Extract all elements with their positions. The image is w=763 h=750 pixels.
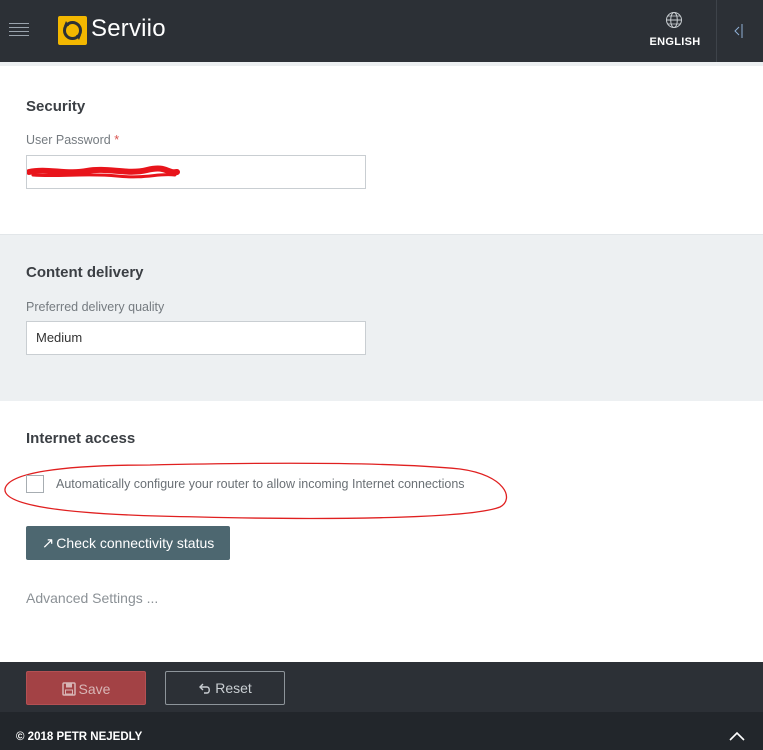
check-connectivity-button[interactable]: ↗ Check connectivity status bbox=[26, 526, 230, 560]
required-marker: * bbox=[114, 133, 120, 147]
check-connectivity-label: Check connectivity status bbox=[56, 535, 215, 551]
footer-bar: © 2018 PETR NEJEDLY bbox=[0, 712, 763, 750]
security-title: Security bbox=[26, 98, 86, 115]
external-arrow-icon: ↗ bbox=[41, 535, 55, 552]
content-delivery-title: Content delivery bbox=[26, 264, 144, 281]
top-navigation-bar: Serviio ENGLISH bbox=[0, 0, 763, 62]
floppy-disk-icon bbox=[61, 682, 76, 696]
copyright-text: © 2018 PETR NEJEDLY bbox=[16, 731, 143, 743]
collapse-panel-button[interactable] bbox=[716, 0, 763, 62]
reset-button[interactable]: Reset bbox=[165, 671, 285, 705]
save-label: Save bbox=[78, 681, 111, 697]
internet-access-section: Internet access Automatically configure … bbox=[0, 401, 763, 662]
chevron-up-icon[interactable] bbox=[728, 730, 746, 742]
password-input[interactable] bbox=[26, 155, 366, 189]
hamburger-icon[interactable] bbox=[9, 23, 29, 37]
serviio-logo-icon bbox=[58, 16, 87, 45]
quality-label: Preferred delivery quality bbox=[26, 300, 165, 314]
internet-access-title: Internet access bbox=[26, 430, 136, 447]
auto-configure-checkbox[interactable] bbox=[26, 475, 44, 493]
language-label: ENGLISH bbox=[649, 36, 701, 48]
action-bar: Save Reset bbox=[0, 662, 763, 712]
undo-arrow-icon bbox=[199, 683, 211, 694]
delivery-quality-select[interactable]: Medium bbox=[26, 321, 366, 355]
hand-drawn-highlight bbox=[4, 462, 508, 520]
redaction-scribble bbox=[27, 165, 180, 179]
language-selector[interactable]: ENGLISH bbox=[634, 0, 716, 62]
globe-icon bbox=[666, 12, 682, 28]
collapse-panel-icon bbox=[734, 24, 743, 38]
save-button[interactable]: Save bbox=[26, 671, 146, 705]
content-delivery-section: Content delivery Preferred delivery qual… bbox=[0, 234, 763, 402]
password-label-text: User Password bbox=[26, 133, 111, 147]
security-section: Security User Password * bbox=[0, 66, 763, 234]
reset-label: Reset bbox=[215, 680, 252, 696]
advanced-settings-link[interactable]: Advanced Settings ... bbox=[26, 590, 158, 606]
password-label: User Password * bbox=[26, 133, 119, 147]
auto-configure-label[interactable]: Automatically configure your router to a… bbox=[56, 477, 465, 491]
app-name: Serviio bbox=[91, 15, 166, 42]
